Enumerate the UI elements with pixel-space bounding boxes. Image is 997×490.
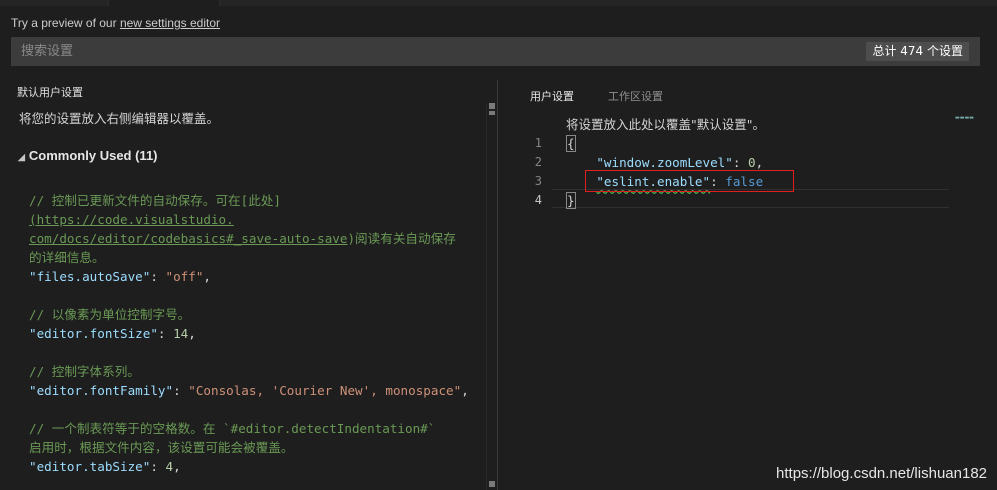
setting-key: "editor.fontSize" — [29, 326, 158, 341]
comment-line: // 控制字体系列。 — [29, 364, 140, 379]
settings-target-tabs: 用户设置 工作区设置 — [530, 88, 697, 104]
user-settings-hint: 将设置放入此处以覆盖"默认设置"。 — [566, 117, 765, 132]
line-number: 1 — [534, 136, 542, 150]
setting-value: 0 — [748, 155, 756, 170]
search-bar: 总计 474 个设置 — [11, 37, 980, 66]
line-number: 3 — [534, 174, 542, 188]
comment-line: // 以像素为单位控制字号。 — [29, 307, 191, 322]
default-settings-code: // 控制已更新文件的自动保存。可在[此处] (https://code.visu… — [29, 191, 469, 476]
setting-value: "Consolas, 'Courier New', monospace" — [188, 383, 462, 398]
group-label: Commonly Used (11) — [28, 148, 158, 163]
watermark-url: https://blog.csdn.net/lishuan182 — [776, 465, 987, 482]
minimap[interactable]: ▬▬▬▬ — [955, 115, 974, 121]
comment-line: com/docs/editor/codebasics#_save-auto-sa… — [29, 229, 469, 248]
line-number: 4 — [534, 193, 542, 207]
setting-line: "files.autoSave": "off", — [29, 269, 212, 284]
scroll-marker — [489, 481, 495, 487]
highlight-annotation-box — [585, 170, 794, 192]
default-settings-title: 默认用户设置 — [17, 86, 83, 99]
left-scrollbar[interactable] — [486, 103, 497, 490]
preview-text: Try a preview of our — [11, 16, 120, 30]
setting-value: "off" — [165, 269, 204, 284]
line-number: 2 — [534, 155, 542, 169]
setting-key: "files.autoSave" — [29, 269, 151, 284]
default-settings-pane: 默认用户设置 将您的设置放入右侧编辑器以覆盖。 ◢ Commonly Used (… — [0, 70, 485, 490]
tab-user-settings[interactable]: 用户设置 — [530, 90, 574, 103]
search-settings-input[interactable] — [11, 37, 851, 66]
comment-line: // 控制已更新文件的自动保存。可在[此处] — [29, 193, 282, 208]
close-brace: } — [566, 192, 576, 209]
commonly-used-group-header[interactable]: ◢ Commonly Used (11) — [18, 148, 158, 163]
setting-value: 4 — [165, 459, 174, 474]
setting-line: "editor.fontFamily": "Consolas, 'Courier… — [29, 383, 469, 398]
editor-tab[interactable] — [108, 0, 220, 6]
setting-line: "editor.fontSize": 14, — [29, 326, 196, 341]
line-numbers: 1 2 3 4 — [528, 134, 542, 210]
pane-divider[interactable] — [497, 80, 498, 490]
title-bar — [0, 0, 997, 6]
comment-line: (https://code.visualstudio. — [29, 210, 469, 229]
setting-key: "editor.tabSize" — [29, 459, 151, 474]
comment-text: )阅读有关自动保存 — [347, 231, 456, 246]
comment-line: 的详细信息。 — [29, 250, 105, 265]
setting-value: 14 — [173, 326, 189, 341]
setting-line: "editor.tabSize": 4, — [29, 459, 181, 474]
collapse-triangle-icon: ◢ — [18, 152, 25, 162]
open-brace: { — [566, 135, 576, 152]
comment-line: // 一个制表符等于的空格数。在 `#editor.detectIndentat… — [29, 421, 436, 436]
new-settings-editor-link[interactable]: new settings editor — [120, 16, 220, 30]
right-scrollbar[interactable] — [988, 134, 997, 490]
docs-link[interactable]: com/docs/editor/codebasics#_save-auto-sa… — [29, 231, 347, 246]
default-settings-hint: 将您的设置放入右侧编辑器以覆盖。 — [19, 111, 220, 126]
scroll-marker — [489, 111, 495, 115]
setting-key: "editor.fontFamily" — [29, 383, 174, 398]
settings-count-badge: 总计 474 个设置 — [866, 42, 969, 61]
tab-workspace-settings[interactable]: 工作区设置 — [608, 90, 663, 103]
comment-line: 启用时，根据文件内容，该设置可能会被覆盖。 — [29, 440, 294, 455]
docs-link[interactable]: (https://code.visualstudio. — [29, 212, 234, 227]
setting-key: "window.zoomLevel" — [596, 155, 733, 170]
scroll-marker — [489, 103, 495, 109]
preview-banner: Try a preview of our new settings editor — [11, 16, 220, 30]
